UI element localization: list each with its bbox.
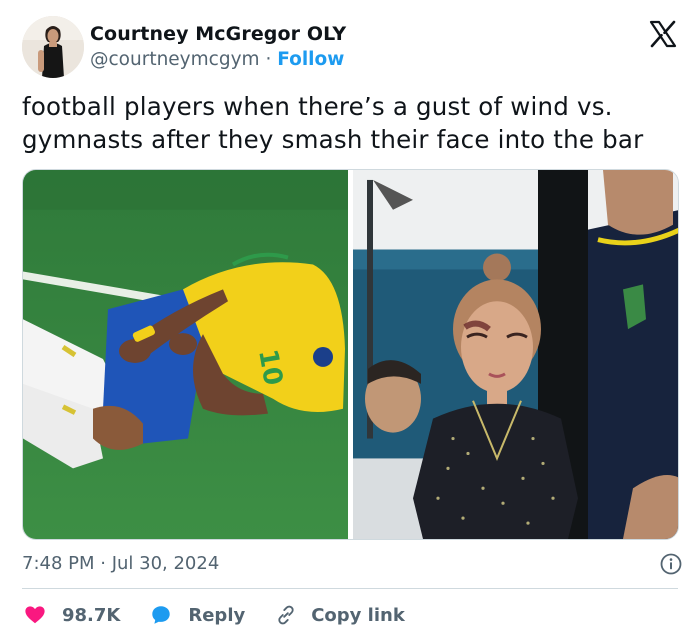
- author-handle[interactable]: @courtneymcgym: [90, 49, 260, 70]
- follow-button[interactable]: Follow: [277, 49, 344, 70]
- author-name[interactable]: Courtney McGregor OLY: [90, 22, 346, 46]
- photo-football-player[interactable]: 10: [23, 170, 348, 539]
- tweet-text: football players when there’s a gust of …: [22, 92, 644, 154]
- x-logo-icon[interactable]: [648, 19, 678, 49]
- copy-link-button[interactable]: Copy link: [275, 604, 405, 626]
- avatar[interactable]: [22, 16, 84, 78]
- heart-icon: [25, 606, 45, 624]
- photo-gymnast[interactable]: [353, 170, 678, 539]
- reply-bubble-icon: [152, 606, 171, 624]
- handle-separator: ·: [265, 49, 272, 70]
- copy-link-label: Copy link: [311, 604, 405, 626]
- like-count: 98.7K: [62, 604, 121, 626]
- action-bar: 98.7K Reply Copy link: [24, 601, 435, 629]
- tweet-timestamp[interactable]: 7:48 PM · Jul 30, 2024: [22, 552, 219, 576]
- jersey-number: 10: [252, 347, 288, 388]
- like-button[interactable]: 98.7K: [24, 604, 120, 626]
- reply-button[interactable]: Reply: [150, 604, 245, 626]
- link-icon: [278, 605, 294, 625]
- reply-label: Reply: [188, 604, 246, 626]
- divider: [22, 588, 678, 589]
- tweet-header: Courtney McGregor OLY @courtneymcgym · F…: [22, 15, 678, 79]
- info-icon[interactable]: [660, 553, 682, 575]
- media-grid[interactable]: 10: [22, 169, 679, 540]
